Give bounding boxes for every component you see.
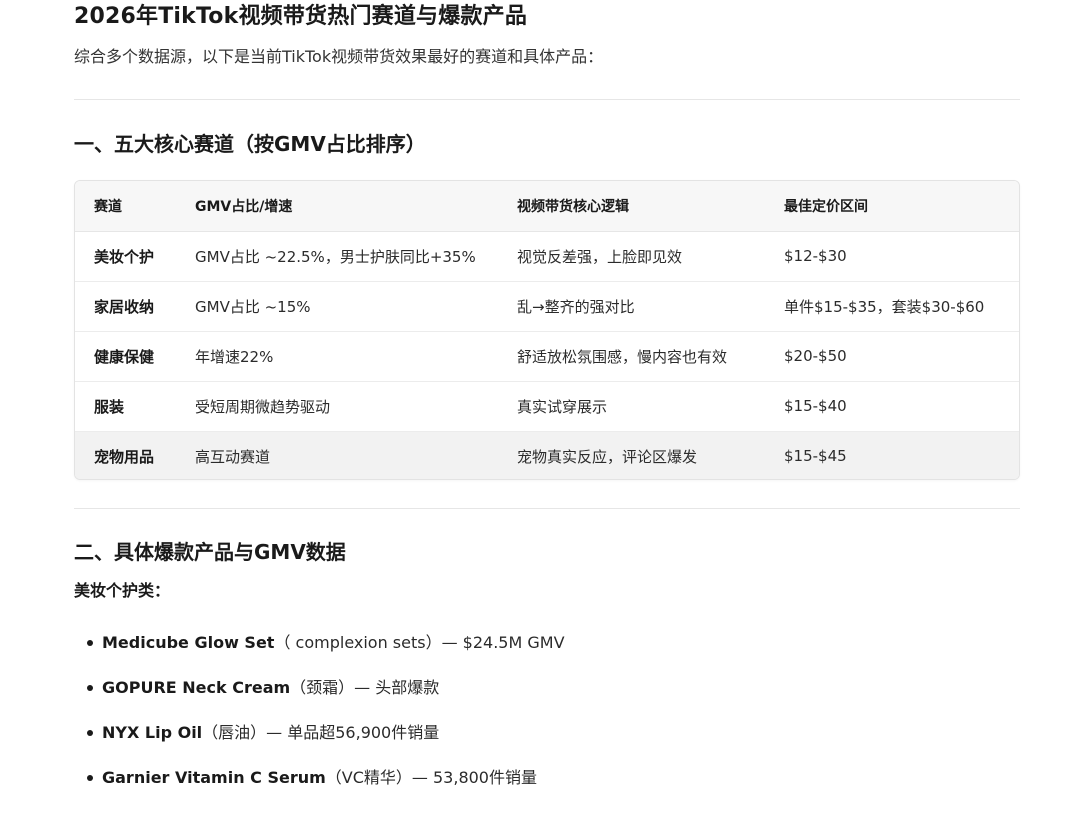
table-cell: 视觉反差强，上脸即见效 (498, 231, 765, 282)
page-title: 2026年TikTok视频带货热门赛道与爆款产品 (74, 4, 528, 29)
table-cell: $15-$40 (765, 381, 1019, 432)
product-name: Garnier Vitamin C Serum (102, 768, 326, 787)
table-cell: 健康保健 (75, 331, 176, 382)
table-cell: $20-$50 (765, 331, 1019, 382)
column-header: 赛道 (75, 181, 176, 232)
bullet-icon (87, 640, 93, 646)
bullet-icon (87, 730, 93, 736)
product-name: NYX Lip Oil (102, 723, 203, 742)
table-cell: 宠物用品 (94, 447, 155, 466)
product-name: GOPURE Neck Cream (102, 678, 291, 697)
list-item: Garnier Vitamin C Serum（VC精华）— 53,800件销量 (74, 755, 565, 800)
bullet-icon (87, 685, 93, 691)
table-cell: 乱→整齐的强对比 (498, 281, 765, 332)
tracks-table: 赛道 GMV占比/增速 视频带货核心逻辑 最佳定价区间 美妆个护 GMV占比 ~… (74, 180, 1020, 480)
table-header-row: 赛道 GMV占比/增速 视频带货核心逻辑 最佳定价区间 (75, 181, 1019, 232)
table-cell: GMV占比 ~15% (176, 281, 498, 332)
bullet-icon (87, 775, 93, 781)
table-cell: 宠物真实反应，评论区爆发 (517, 447, 698, 466)
list-item: GOPURE Neck Cream（颈霜）— 头部爆款 (74, 665, 565, 710)
section-heading-tracks: 一、五大核心赛道（按GMV占比排序） (74, 132, 426, 156)
section-heading-products: 二、具体爆款产品与GMV数据 (74, 540, 346, 564)
table-cell: 单件$15-$35，套装$30-$60 (765, 281, 1019, 332)
product-list: Medicube Glow Set（ complexion sets）— $24… (74, 620, 565, 800)
list-item: Medicube Glow Set（ complexion sets）— $24… (74, 620, 565, 665)
column-header: 最佳定价区间 (765, 181, 1019, 232)
intro-paragraph: 综合多个数据源，以下是当前TikTok视频带货效果最好的赛道和具体产品： (74, 47, 604, 66)
product-detail: （唇油）— 单品超56,900件销量 (202, 723, 440, 742)
table-cell: 真实试穿展示 (498, 381, 765, 432)
divider (74, 508, 1020, 509)
product-detail: （VC精华）— 53,800件销量 (325, 768, 537, 787)
column-header: 视频带货核心逻辑 (498, 181, 765, 232)
table-cell: $15-$45 (784, 447, 847, 466)
table-row: 宠物用品 高互动赛道 宠物真实反应，评论区爆发 $15-$45 (75, 431, 1019, 479)
product-detail: （ complexion sets）— $24.5M GMV (274, 633, 565, 652)
table-cell: $12-$30 (765, 231, 1019, 282)
product-name: Medicube Glow Set (102, 633, 275, 652)
divider (74, 99, 1020, 100)
table-cell: 服装 (75, 381, 176, 432)
table-cell: 美妆个护 (75, 231, 176, 282)
category-subheading: 美妆个护类： (74, 581, 171, 600)
table-row: 健康保健 年增速22% 舒适放松氛围感，慢内容也有效 $20-$50 (75, 331, 1019, 382)
table-cell: 高互动赛道 (195, 447, 271, 466)
list-item: NYX Lip Oil（唇油）— 单品超56,900件销量 (74, 710, 565, 755)
table-row: 家居收纳 GMV占比 ~15% 乱→整齐的强对比 单件$15-$35，套装$30… (75, 281, 1019, 332)
table-cell: 年增速22% (176, 331, 498, 382)
product-detail: （颈霜）— 头部爆款 (290, 678, 440, 697)
table-cell: 舒适放松氛围感，慢内容也有效 (498, 331, 765, 382)
table-cell: GMV占比 ~22.5%，男士护肤同比+35% (176, 231, 498, 282)
table-cell: 受短周期微趋势驱动 (176, 381, 498, 432)
column-header: GMV占比/增速 (176, 181, 498, 232)
table-cell: 家居收纳 (75, 281, 176, 332)
table-row: 美妆个护 GMV占比 ~22.5%，男士护肤同比+35% 视觉反差强，上脸即见效… (75, 231, 1019, 282)
table-row: 服装 受短周期微趋势驱动 真实试穿展示 $15-$40 (75, 381, 1019, 432)
